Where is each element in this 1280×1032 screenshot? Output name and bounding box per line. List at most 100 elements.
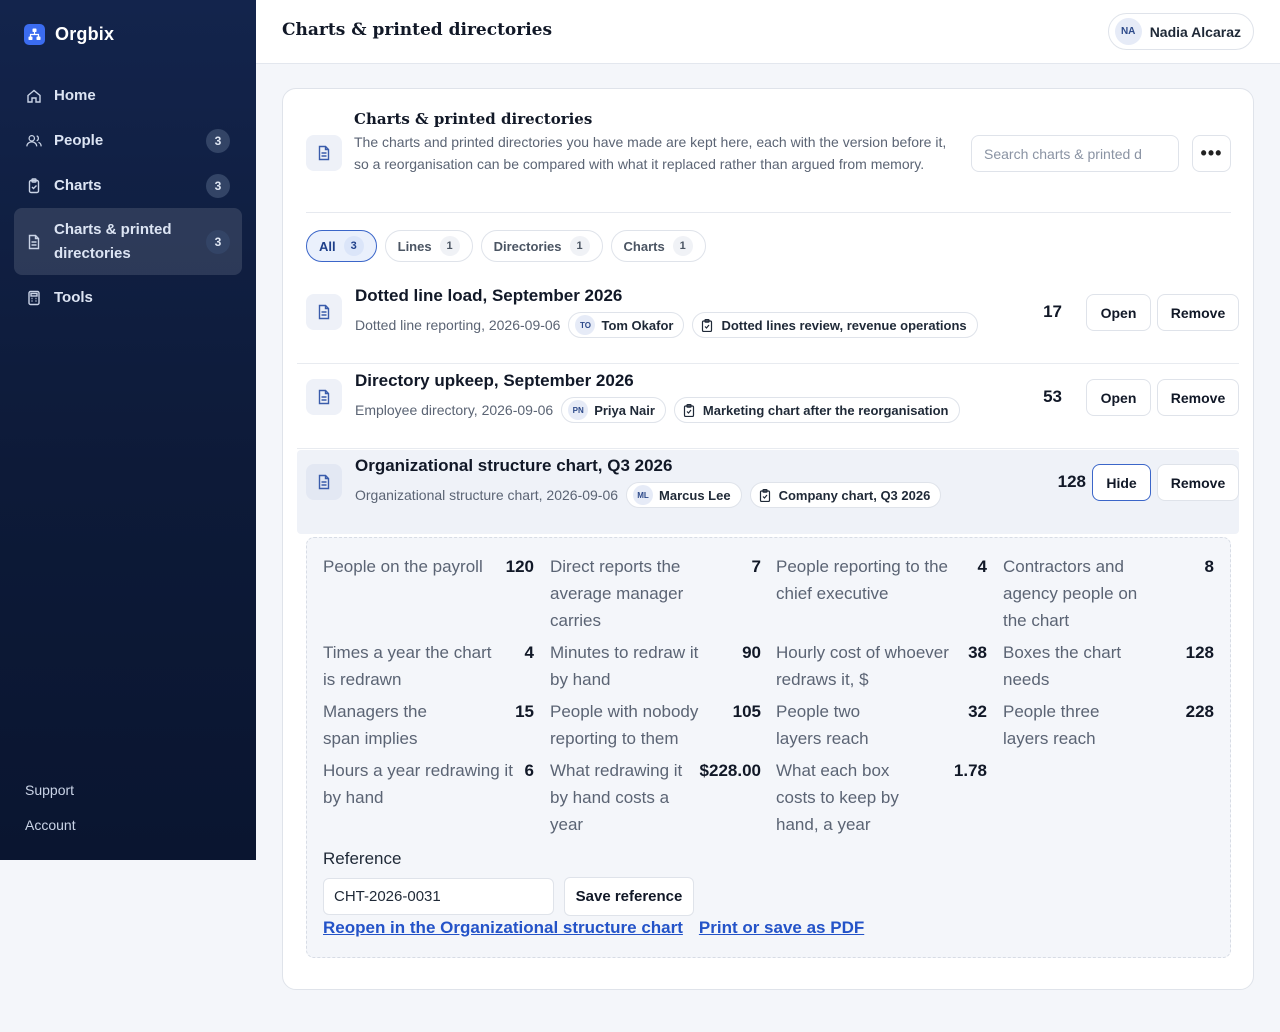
search-input[interactable] [971, 135, 1179, 172]
stat-value: 8 [1204, 557, 1214, 576]
source-pill[interactable]: Marketing chart after the reorganisation [673, 397, 960, 423]
sidebar-item-charts-printed-directories[interactable]: Charts & printed directories 3 [14, 208, 242, 275]
stat-item: Hourly cost of whoever redraws it, $ 38 [776, 639, 987, 693]
filter-lines[interactable]: Lines 1 [384, 230, 473, 262]
document-icon [306, 379, 342, 415]
item-title: Organizational structure chart, Q3 2026 [355, 456, 673, 475]
account-link[interactable]: Account [25, 817, 76, 837]
stat-item: Minutes to redraw it by hand 90 [550, 639, 761, 693]
filter-all[interactable]: All 3 [306, 230, 377, 262]
stat-label: Boxes the chart needs [1003, 643, 1122, 689]
stat-value: 105 [732, 702, 761, 721]
owner-pill[interactable]: PN Priya Nair [561, 397, 666, 423]
card-description: The charts and printed directories you h… [354, 134, 947, 172]
detail-links: Reopen in the Organizational structure c… [323, 918, 864, 938]
stat-label: Managers the span implies [323, 702, 427, 748]
filter-directories[interactable]: Directories 1 [480, 230, 603, 262]
filter-label: Charts [623, 238, 665, 254]
save-reference-button[interactable]: Save reference [564, 877, 694, 916]
item-count: 17 [1043, 302, 1062, 321]
filter-charts[interactable]: Charts 1 [610, 230, 706, 262]
sidebar-footer: Support Account [25, 782, 76, 852]
sidebar-item-label: Home [54, 86, 96, 104]
stat-value: 32 [968, 702, 987, 721]
item-details-panel: People on the payroll 120 Direct reports… [306, 537, 1231, 958]
sidebar-item-charts[interactable]: Charts 3 [14, 163, 242, 208]
item-meta: Employee directory, 2026-09-06 PN Priya … [355, 397, 960, 423]
reference-label: Reference [323, 849, 402, 868]
open-button[interactable]: Open [1086, 379, 1151, 416]
stat-value: 38 [968, 643, 987, 662]
card-title: Charts & printed directories [354, 110, 593, 128]
owner-name: Tom Okafor [601, 317, 674, 333]
stat-item: Times a year the chart is redrawn 4 [323, 639, 534, 693]
item-type-date: Organizational structure chart, 2026-09-… [355, 487, 619, 503]
filter-tabs: All 3 Lines 1 Directories 1 Charts 1 [306, 230, 706, 262]
remove-button[interactable]: Remove [1157, 379, 1239, 416]
count-badge: 3 [206, 128, 230, 153]
user-menu[interactable]: NA Nadia Alcaraz [1107, 13, 1254, 50]
stat-label: What redrawing it by hand costs a year [550, 761, 683, 834]
brand-name: Orgbix [55, 24, 115, 44]
clipboard-icon [757, 488, 773, 502]
avatar: TO [575, 315, 596, 335]
home-icon [26, 88, 42, 104]
stat-value: 228 [1185, 702, 1214, 721]
stat-item: Direct reports the average manager carri… [550, 553, 761, 634]
owner-pill[interactable]: ML Marcus Lee [626, 482, 742, 508]
stat-label: Contractors and agency people on the cha… [1003, 557, 1138, 630]
document-icon [306, 464, 342, 500]
stat-label: People on the payroll [323, 557, 483, 576]
item-type-date: Dotted line reporting, 2026-09-06 [355, 317, 561, 333]
more-options-button[interactable]: ••• [1192, 135, 1231, 172]
stat-item: People reporting to the chief executive … [776, 553, 987, 607]
support-link[interactable]: Support [25, 782, 76, 802]
filter-label: Lines [397, 238, 432, 254]
stat-value: 4 [977, 557, 987, 576]
stat-item: People on the payroll 120 [323, 553, 534, 580]
sidebar: Orgbix Home People 3 Charts 3 Charts & p… [0, 0, 256, 860]
print-pdf-link[interactable]: Print or save as PDF [699, 918, 864, 938]
brand[interactable]: Orgbix [24, 24, 114, 45]
filter-label: All [319, 238, 336, 254]
sidebar-item-label: Charts & printed directories [54, 220, 172, 262]
remove-button[interactable]: Remove [1157, 464, 1239, 501]
sidebar-item-tools[interactable]: Tools [14, 275, 242, 320]
hide-button[interactable]: Hide [1092, 464, 1151, 501]
open-button[interactable]: Open [1086, 294, 1151, 331]
sidebar-item-home[interactable]: Home [14, 73, 242, 118]
source-name: Company chart, Q3 2026 [778, 487, 931, 503]
item-title: Dotted line load, September 2026 [355, 286, 623, 305]
source-pill[interactable]: Company chart, Q3 2026 [749, 482, 942, 508]
reference-input[interactable] [323, 878, 554, 915]
document-icon [306, 135, 342, 171]
stat-item: What each box costs to keep by hand, a y… [776, 757, 987, 838]
sidebar-item-label: Tools [54, 288, 93, 306]
stat-item: People three layers reach 228 [1003, 698, 1214, 752]
stat-label: Hourly cost of whoever redraws it, $ [776, 643, 949, 689]
owner-pill[interactable]: TO Tom Okafor [568, 312, 685, 338]
stat-item: Contractors and agency people on the cha… [1003, 553, 1214, 634]
stat-item: Boxes the chart needs 128 [1003, 639, 1214, 693]
card-header: Charts & printed directories The charts … [306, 109, 1231, 213]
stat-value: $228.00 [699, 761, 761, 780]
stat-value: 7 [751, 557, 761, 576]
reopen-link[interactable]: Reopen in the Organizational structure c… [323, 918, 683, 938]
source-pill[interactable]: Dotted lines review, revenue operations [692, 312, 978, 338]
sidebar-item-label: Charts [54, 176, 102, 194]
avatar: PN [568, 400, 589, 420]
avatar: NA [1114, 18, 1142, 45]
sidebar-item-people[interactable]: People 3 [14, 118, 242, 163]
item-type-date: Employee directory, 2026-09-06 [355, 402, 554, 418]
avatar: ML [633, 485, 654, 505]
remove-button[interactable]: Remove [1157, 294, 1239, 331]
stat-label: Hours a year redrawing it by hand [323, 761, 513, 807]
stat-value: 1.78 [953, 761, 987, 780]
clipboard-icon [26, 177, 42, 194]
list-item: Organizational structure chart, Q3 2026 … [297, 450, 1239, 534]
people-icon [26, 133, 42, 149]
count-badge: 3 [206, 229, 230, 254]
filter-label: Directories [493, 238, 562, 254]
stat-label: Direct reports the average manager carri… [550, 557, 684, 630]
clipboard-icon [699, 318, 715, 332]
